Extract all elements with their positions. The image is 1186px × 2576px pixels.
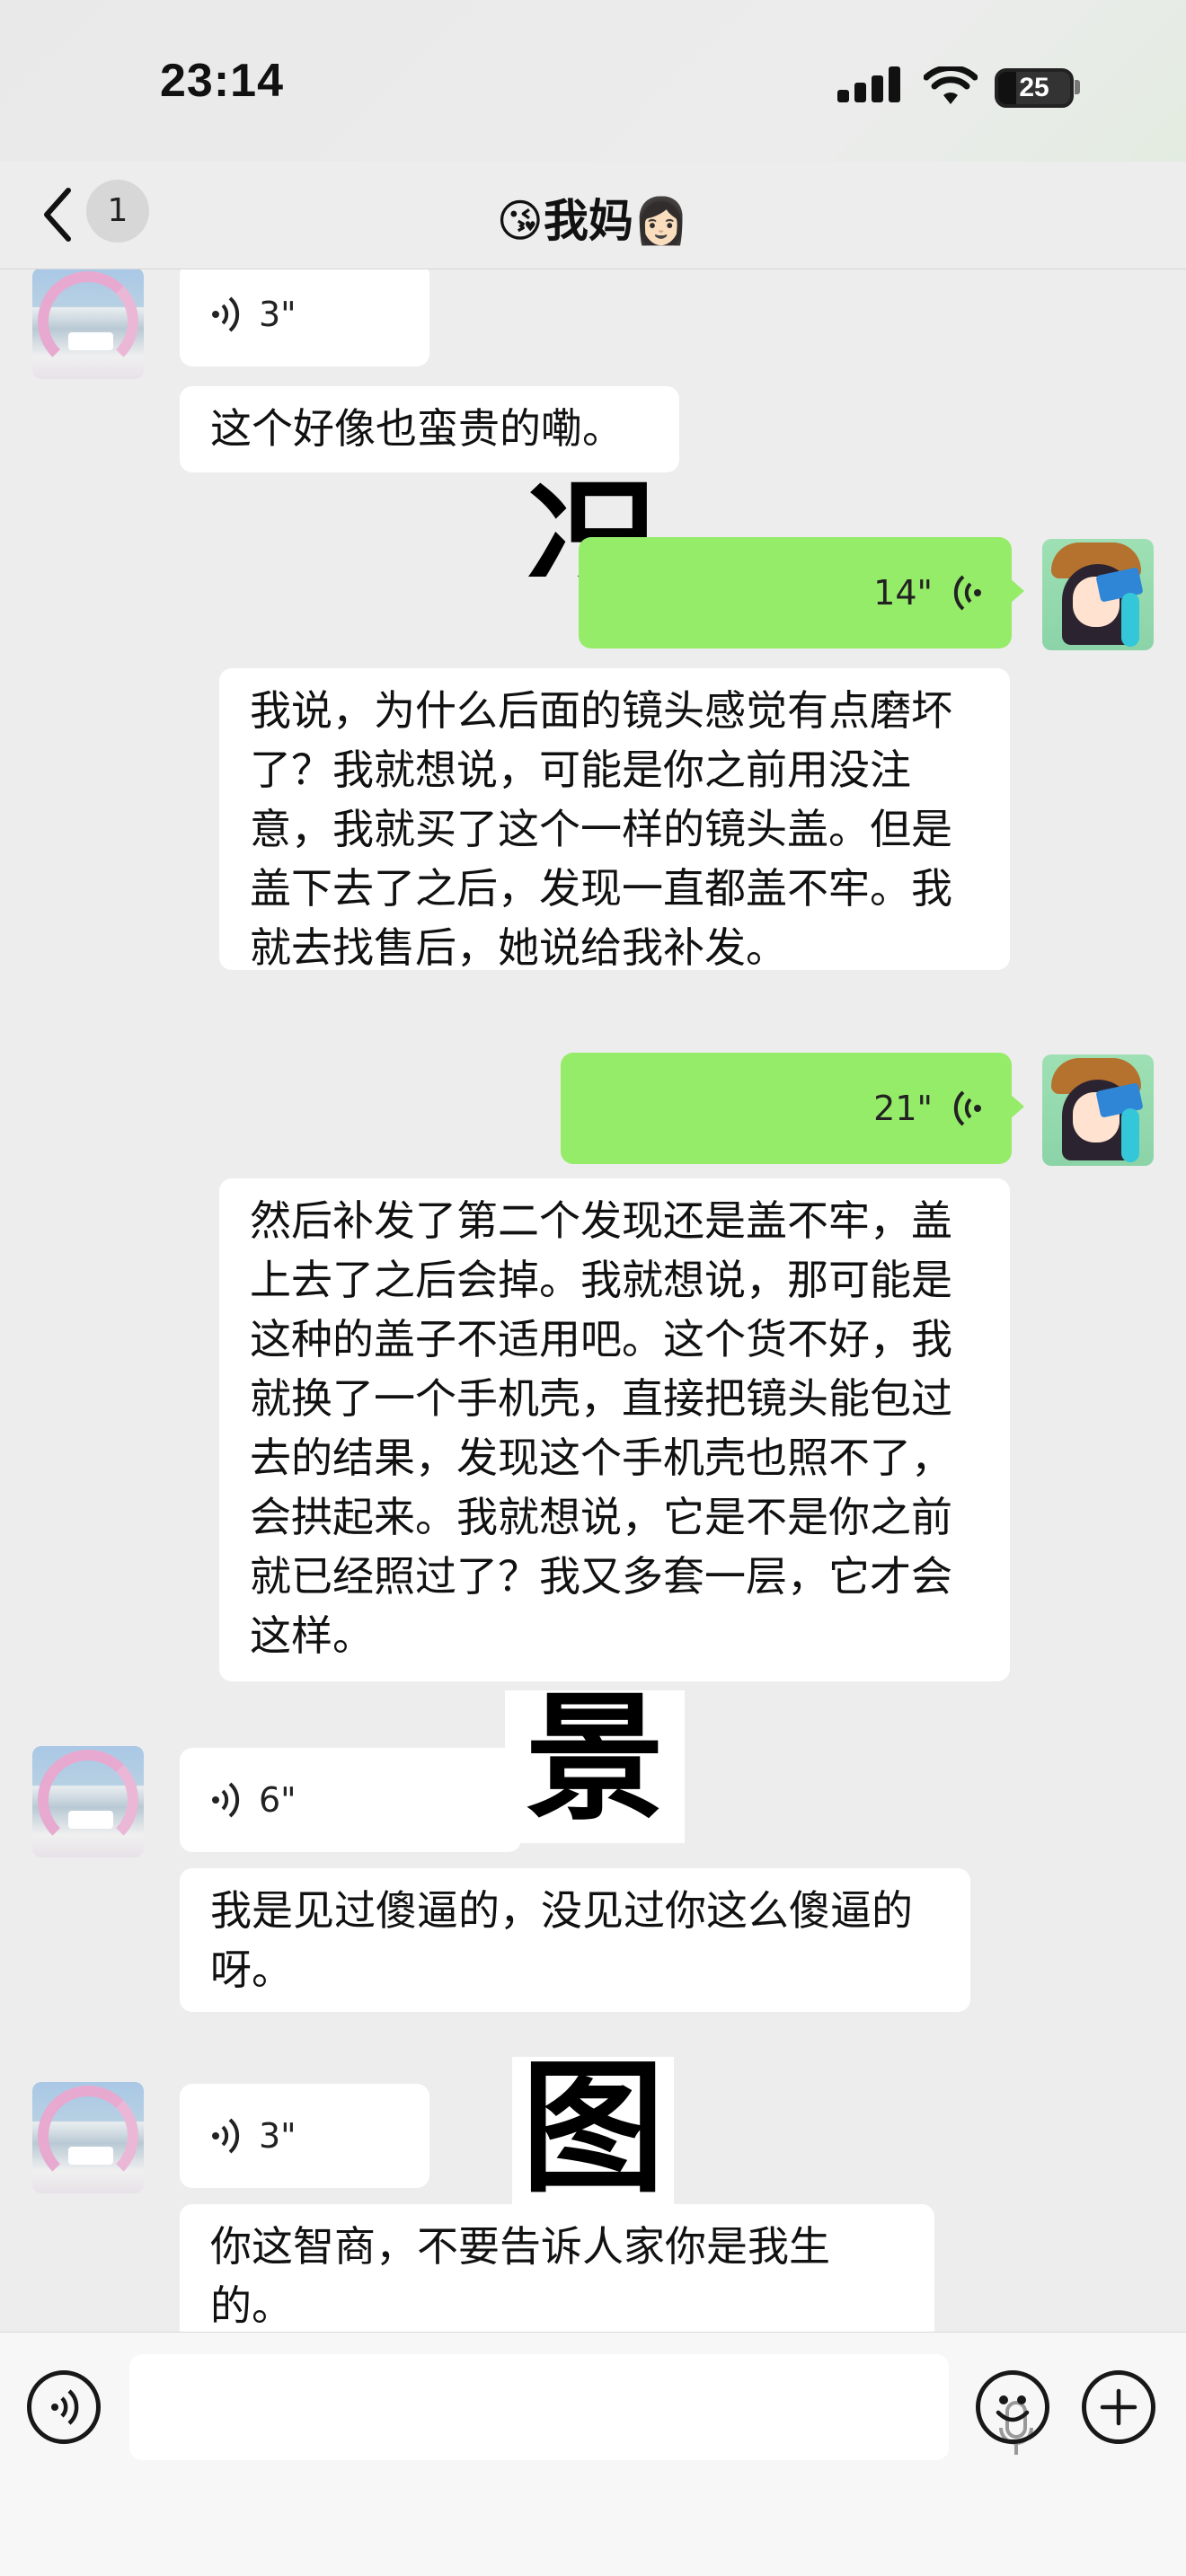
voice-transcript: 我说，为什么后面的镜头感觉有点磨坏了？我就想说，可能是你之前用没注意，我就买了这… xyxy=(219,668,1010,972)
wifi-icon xyxy=(924,66,978,104)
my-avatar[interactable] xyxy=(1042,539,1154,650)
status-icons: 25 xyxy=(837,65,1080,110)
smiley-icon xyxy=(996,2395,1030,2422)
voice-transcript: 你这智商，不要告诉人家你是我生的。 xyxy=(180,2204,934,2332)
voice-input-toggle-button[interactable] xyxy=(27,2370,101,2444)
status-time: 23:14 xyxy=(160,55,284,107)
contact-avatar[interactable] xyxy=(32,269,144,379)
message-list[interactable]: 3" 这个好像也蛮贵的嘞。 况 14" 我说，为什么后面的镜头感觉有点磨坏了？我… xyxy=(0,269,1186,2332)
voice-transcript: 这个好像也蛮贵的嘞。 xyxy=(180,386,679,472)
cellular-signal-icon xyxy=(837,66,900,102)
voice-duration: 3" xyxy=(259,2116,296,2156)
voice-wave-icon xyxy=(212,296,240,332)
voice-message-bubble[interactable]: 3" xyxy=(180,269,429,366)
plus-icon xyxy=(1100,2388,1137,2426)
emoji-button[interactable] xyxy=(976,2370,1049,2444)
voice-wave-icon xyxy=(212,1782,240,1818)
voice-duration: 6" xyxy=(259,1780,296,1820)
voice-message-bubble[interactable]: 6" xyxy=(180,1748,521,1852)
chat-title: 😘我妈👩🏻 xyxy=(496,195,690,247)
voice-duration: 14" xyxy=(873,573,933,613)
voice-message-bubble-sent[interactable]: 21" xyxy=(561,1053,1024,1164)
voice-message-bubble[interactable]: 3" xyxy=(180,2084,429,2188)
voice-transcript: 我是见过傻逼的，没见过你这么傻逼的呀。 xyxy=(180,1868,970,2012)
contact-avatar[interactable] xyxy=(32,1746,144,1857)
input-bar xyxy=(0,2332,1186,2576)
battery-percent: 25 xyxy=(1019,73,1049,102)
voice-duration: 21" xyxy=(873,1089,933,1128)
battery-icon: 25 xyxy=(995,68,1074,108)
message-input[interactable] xyxy=(129,2354,1033,2460)
voice-transcript: 然后补发了第二个发现还是盖不牢，盖上去了之后会掉。我就想说，那可能是这种的盖子不… xyxy=(219,1178,1010,1681)
overlay-character: 景 xyxy=(505,1690,685,1843)
voice-message-bubble-sent[interactable]: 14" xyxy=(579,537,1024,648)
contact-avatar[interactable] xyxy=(32,2082,144,2193)
voice-wave-icon xyxy=(212,2118,240,2154)
battery-nub xyxy=(1075,80,1080,94)
voice-wave-icon xyxy=(953,1090,981,1126)
more-functions-button[interactable] xyxy=(1082,2370,1155,2444)
my-avatar[interactable] xyxy=(1042,1054,1154,1166)
voice-wave-icon xyxy=(953,575,981,611)
status-bar: 23:14 25 xyxy=(0,0,1186,162)
voice-mode-icon xyxy=(51,2389,79,2425)
overlay-character: 图 xyxy=(512,2057,674,2210)
voice-duration: 3" xyxy=(259,295,296,334)
